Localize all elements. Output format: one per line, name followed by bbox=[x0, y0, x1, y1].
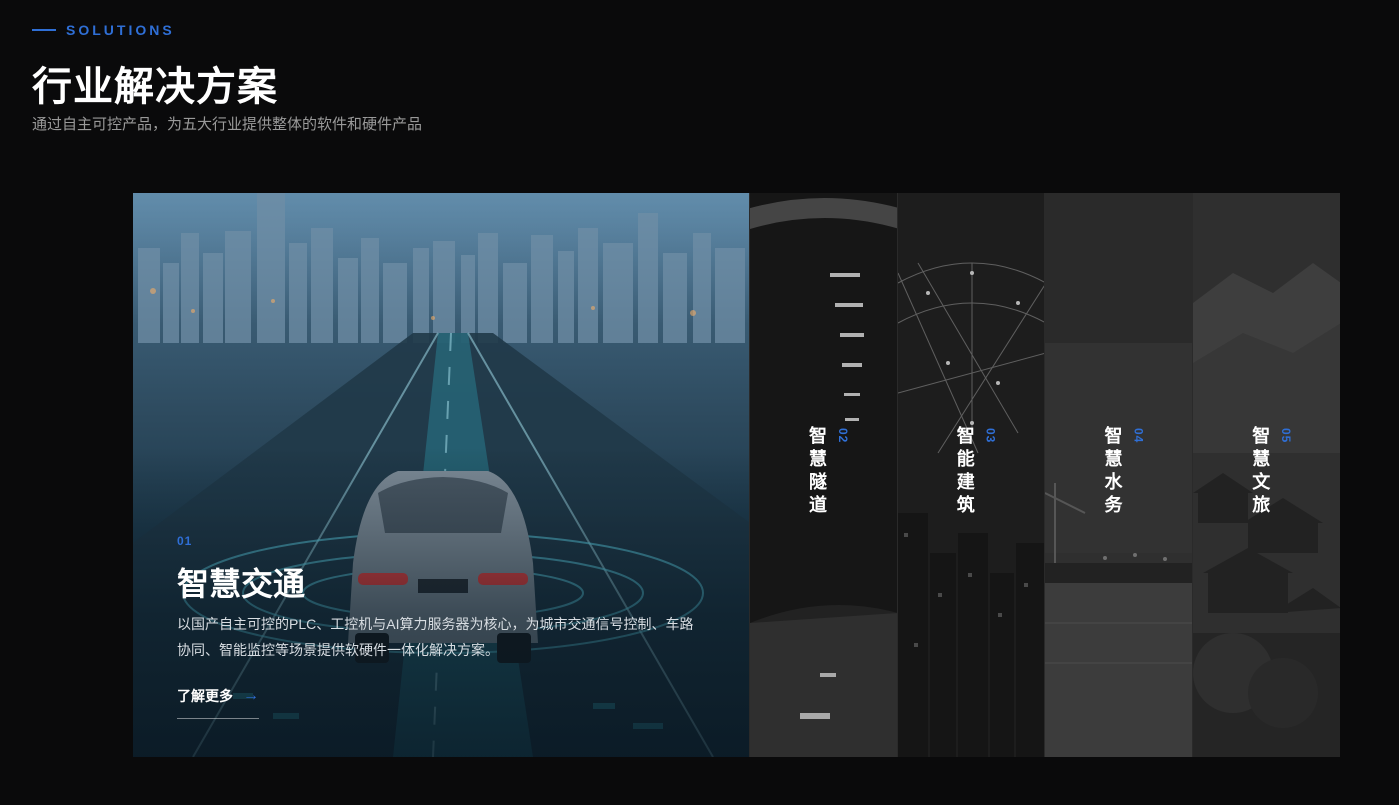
page-title: 行业解决方案 bbox=[32, 65, 278, 109]
page-subtitle: 通过自主可控产品，为五大行业提供整体的软件和硬件产品 bbox=[32, 116, 423, 133]
panel-gradient-overlay bbox=[133, 193, 749, 757]
panel-number: 04 bbox=[1131, 428, 1146, 444]
panel-title: 智慧水务 bbox=[1102, 426, 1123, 518]
solution-panel-water[interactable]: 智慧水务 04 bbox=[1044, 193, 1193, 757]
panel-label: 智能建筑 03 bbox=[952, 426, 998, 518]
learn-more-label: 了解更多 bbox=[177, 688, 233, 704]
panel-title: 智慧交通 bbox=[177, 566, 306, 602]
panel-number: 05 bbox=[1279, 428, 1294, 444]
panel-number: 03 bbox=[983, 428, 998, 444]
panel-title: 智能建筑 bbox=[954, 426, 975, 518]
solution-panel-tunnel[interactable]: 智慧隧道 02 bbox=[748, 193, 897, 757]
eyebrow-line bbox=[32, 29, 56, 31]
panel-label: 智慧文旅 05 bbox=[1247, 426, 1293, 518]
solution-panel-tourism[interactable]: 智慧文旅 05 bbox=[1192, 193, 1340, 757]
solution-panel-building[interactable]: 智能建筑 03 bbox=[896, 193, 1045, 757]
panel-title: 智慧文旅 bbox=[1250, 426, 1271, 518]
panel-description: 以国产自主可控的PLC、工控机与AI算力服务器为核心，为城市交通信号控制、车路协… bbox=[177, 616, 694, 658]
arrow-right-icon: → bbox=[243, 687, 259, 704]
eyebrow-text: SOLUTIONS bbox=[66, 22, 175, 38]
panel-title: 智慧隧道 bbox=[806, 426, 827, 518]
panel-number: 02 bbox=[835, 428, 850, 444]
solutions-accordion: 01 智慧交通 以国产自主可控的PLC、工控机与AI算力服务器为核心，为城市交通… bbox=[133, 193, 1340, 757]
panel-number: 01 bbox=[177, 534, 193, 548]
panel-label: 智慧隧道 02 bbox=[804, 426, 850, 518]
panel-label: 智慧水务 04 bbox=[1099, 426, 1145, 518]
section-eyebrow: SOLUTIONS bbox=[32, 22, 175, 38]
solution-panel-traffic[interactable]: 01 智慧交通 以国产自主可控的PLC、工控机与AI算力服务器为核心，为城市交通… bbox=[133, 193, 749, 757]
learn-more-link[interactable]: 了解更多 → bbox=[177, 686, 259, 719]
